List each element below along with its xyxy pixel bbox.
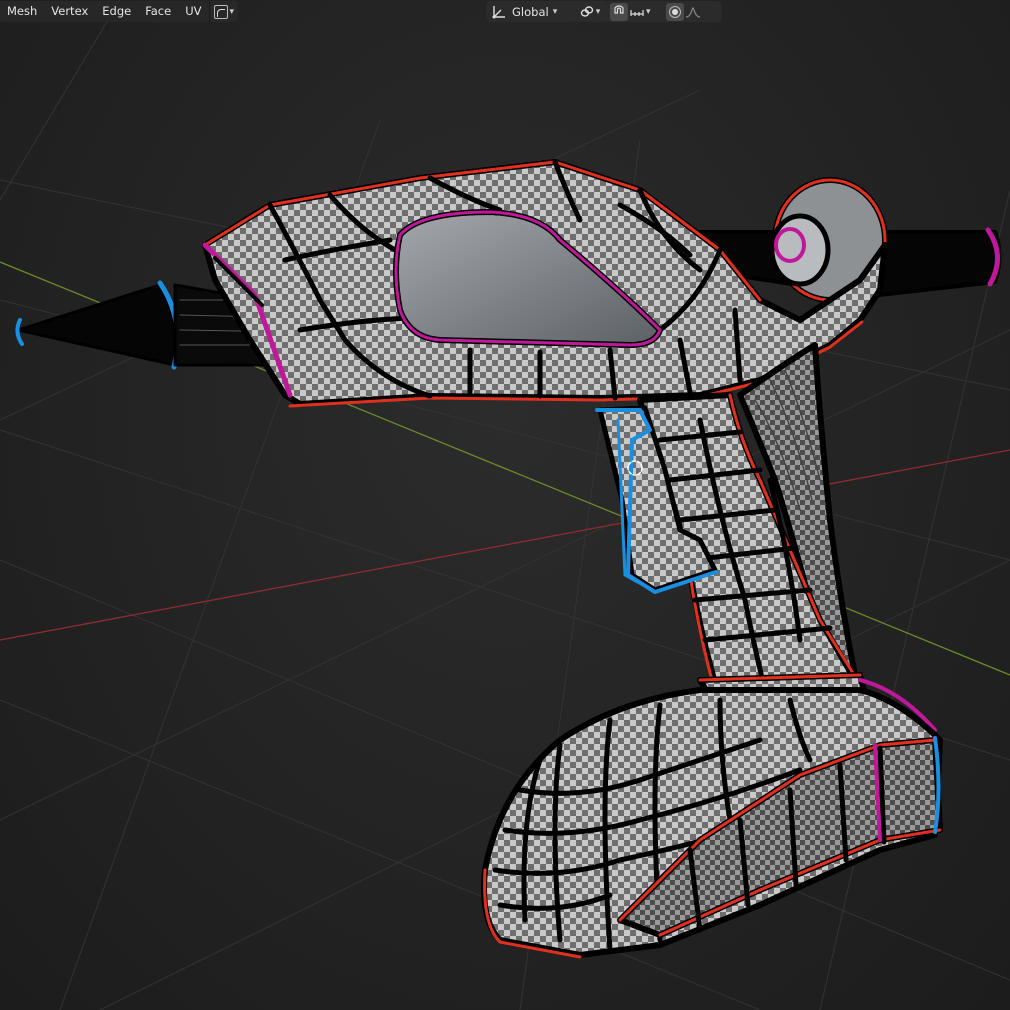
pivot-point-dropdown[interactable]: ▾: [570, 1, 608, 22]
select-mode-dropdown[interactable]: ▾: [208, 1, 239, 22]
snap-increment-icon[interactable]: [628, 3, 646, 21]
viewport-header: Mesh Vertex Edge Face UV ▾ Global ▾ ▾ ▾: [0, 0, 1010, 24]
snap-controls: ▾: [606, 1, 666, 22]
menu-face[interactable]: Face: [138, 1, 178, 22]
chevron-down-icon: ▾: [552, 6, 558, 17]
edit-mode-menus: Mesh Vertex Edge Face UV ▾: [0, 1, 239, 22]
lasso-select-icon: [213, 4, 228, 19]
menu-mesh[interactable]: Mesh: [0, 1, 44, 22]
chevron-down-icon[interactable]: ▾: [646, 7, 651, 17]
transform-orientation-label: Global: [512, 4, 549, 19]
chevron-down-icon: ▾: [229, 6, 235, 17]
transform-orientation-icon: [490, 3, 508, 21]
nozzle: [16, 283, 178, 367]
transform-orientation-dropdown[interactable]: Global ▾: [486, 1, 572, 22]
x-axis-line: [0, 449, 1010, 641]
menu-vertex[interactable]: Vertex: [44, 1, 95, 22]
3d-viewport[interactable]: [0, 0, 1010, 1010]
menu-uv[interactable]: UV: [178, 1, 208, 22]
menu-edge[interactable]: Edge: [95, 1, 138, 22]
chevron-down-icon: ▾: [595, 6, 601, 17]
glue-gun-mesh[interactable]: [15, 159, 1002, 959]
falloff-curve-icon[interactable]: [684, 3, 702, 21]
pivot-link-icon: [578, 3, 596, 21]
snap-magnet-icon[interactable]: [610, 2, 628, 21]
proportional-editing-controls: [662, 1, 722, 22]
proportional-editing-icon[interactable]: [666, 2, 684, 21]
viewport-canvas[interactable]: [0, 0, 1010, 1010]
